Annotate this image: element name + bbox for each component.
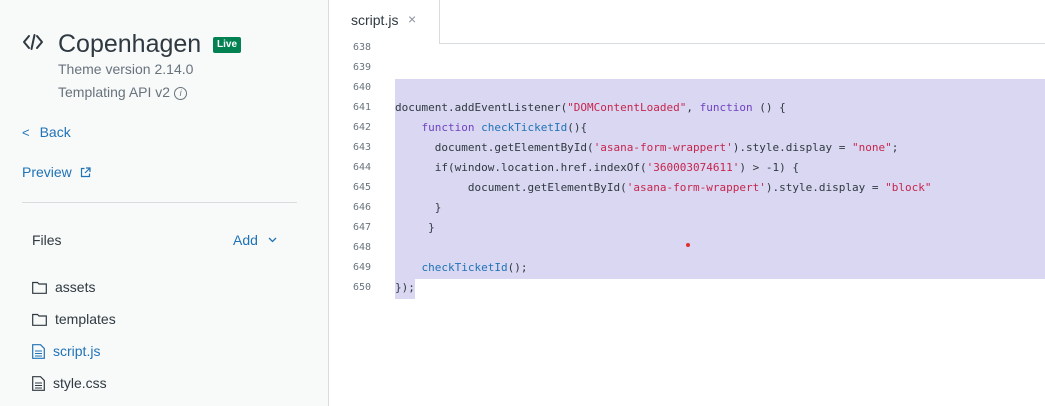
line-number: 650 — [352, 282, 371, 293]
line-number: 639 — [352, 62, 371, 73]
line-number: 649 — [352, 262, 371, 273]
line-number: 647 — [352, 222, 371, 233]
add-file-button[interactable]: Add — [233, 232, 277, 248]
file-icon — [32, 375, 45, 391]
code-line: 645 document.getElementById('asana-form-… — [330, 178, 1045, 198]
live-badge: Live — [213, 37, 242, 53]
folder-icon — [32, 281, 47, 294]
tab-label: script.js — [351, 12, 399, 28]
line-number: 644 — [352, 162, 371, 173]
code-icon — [23, 34, 43, 50]
code-line: 646 } — [330, 198, 1045, 218]
file-name: assets — [55, 279, 96, 295]
code-line: 639 — [330, 58, 1045, 78]
templating-api-label: Templating API v2 — [58, 84, 171, 100]
code-text: document.addEventListener("DOMContentLoa… — [395, 101, 786, 114]
folder-icon — [32, 313, 47, 326]
code-editor[interactable]: 638 639 640 641 document.addEventListene… — [330, 42, 1045, 406]
back-label: Back — [39, 124, 71, 140]
add-label: Add — [233, 232, 258, 248]
code-text: if(window.location.href.indexOf('3600030… — [395, 161, 799, 174]
code-line: 643 document.getElementById('asana-form-… — [330, 138, 1045, 158]
code-line: 638 — [330, 38, 1045, 58]
line-number: 643 — [352, 142, 371, 153]
code-line: 640 — [330, 78, 1045, 98]
code-text: } — [395, 221, 435, 234]
chevron-down-icon — [268, 237, 277, 243]
line-number: 638 — [352, 42, 371, 53]
line-number: 640 — [352, 82, 371, 93]
external-link-icon — [80, 167, 91, 178]
file-icon — [32, 343, 45, 359]
files-heading: Files — [32, 232, 62, 248]
file-name: style.css — [53, 375, 107, 391]
preview-link[interactable]: Preview — [22, 164, 91, 180]
code-line: 644 if(window.location.href.indexOf('360… — [330, 158, 1045, 178]
cursor-dot — [686, 243, 690, 247]
theme-version: Theme version 2.14.0 — [58, 61, 194, 77]
line-number: 648 — [352, 242, 371, 253]
code-text: } — [395, 201, 442, 214]
templating-api: Templating API v2 i — [58, 83, 188, 101]
file-name: script.js — [53, 343, 101, 359]
info-icon[interactable]: i — [174, 87, 188, 100]
file-item-templates[interactable]: templates — [32, 309, 116, 329]
close-icon[interactable]: × — [408, 11, 416, 27]
code-text: function checkTicketId(){ — [421, 121, 588, 134]
theme-name: Copenhagen — [58, 30, 202, 58]
code-text: document.getElementById('asana-form-wrap… — [395, 181, 932, 194]
file-item-style-css[interactable]: style.css — [32, 373, 107, 393]
code-text: checkTicketId(); — [421, 261, 528, 274]
line-number: 646 — [352, 202, 371, 213]
preview-label: Preview — [22, 164, 72, 180]
code-line: 642 function checkTicketId(){ — [330, 118, 1045, 138]
code-line: 649 checkTicketId(); — [330, 258, 1045, 278]
divider — [22, 202, 297, 203]
code-line: 650 }); — [330, 278, 1045, 298]
code-line: 647 } — [330, 218, 1045, 238]
code-line: 641 document.addEventListener("DOMConten… — [330, 98, 1045, 118]
chevron-left-icon: < — [22, 125, 30, 140]
back-link[interactable]: < Back — [22, 124, 71, 140]
code-line: 648 — [330, 238, 1045, 258]
line-number: 645 — [352, 182, 371, 193]
code-text: }); — [395, 281, 415, 294]
file-item-script-js[interactable]: script.js — [32, 341, 100, 361]
file-item-assets[interactable]: assets — [32, 277, 95, 297]
file-name: templates — [55, 311, 116, 327]
line-number: 642 — [352, 122, 371, 133]
sidebar: Copenhagen Live Theme version 2.14.0 Tem… — [0, 0, 329, 406]
code-text: document.getElementById('asana-form-wrap… — [395, 141, 899, 154]
line-number: 641 — [352, 102, 371, 113]
